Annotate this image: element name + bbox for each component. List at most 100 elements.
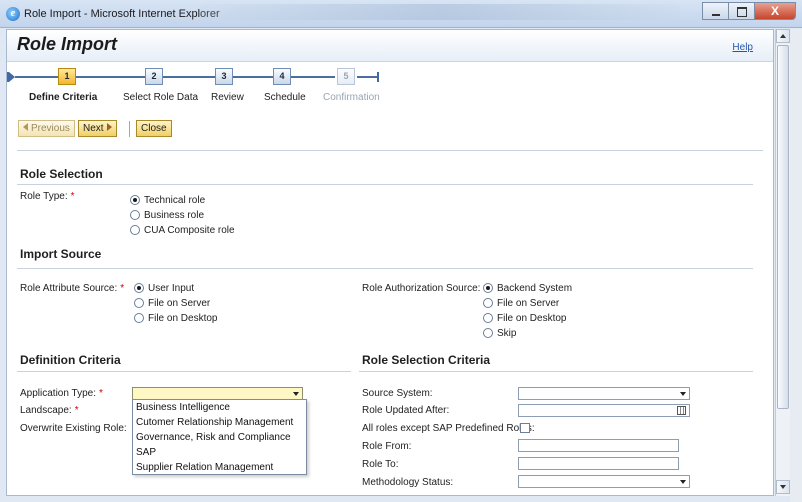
- landscape-label-text: Landscape:: [20, 405, 72, 416]
- roadmap-step-1[interactable]: 1: [58, 68, 76, 85]
- radio-unselected-icon: [483, 328, 493, 338]
- role-type-label-text: Role Type:: [20, 191, 68, 202]
- required-mark: *: [70, 191, 75, 202]
- methodology-status-label: Methodology Status:: [362, 477, 454, 488]
- roadmap-step-2-label[interactable]: Select Role Data: [123, 92, 198, 103]
- previous-arrow-icon: [23, 123, 28, 131]
- dropdown-option[interactable]: SAP: [133, 445, 306, 460]
- blurred-tabs-area: [200, 4, 680, 20]
- help-link[interactable]: Help: [732, 42, 753, 53]
- role-from-input[interactable]: [518, 439, 679, 452]
- radio-selected-icon: [483, 283, 493, 293]
- role-type-label: Role Type: *: [20, 191, 75, 202]
- roadmap-step-1-label[interactable]: Define Criteria: [29, 92, 97, 103]
- minimize-button[interactable]: [702, 2, 728, 20]
- next-button-label: Next: [83, 123, 104, 134]
- window-controls: X: [702, 2, 796, 20]
- next-arrow-icon: [106, 123, 112, 131]
- radio-label: CUA Composite role: [144, 225, 235, 236]
- role-selection-divider: [17, 184, 753, 185]
- role-to-input[interactable]: [518, 457, 679, 470]
- roadmap-step-4[interactable]: 4: [273, 68, 291, 85]
- next-button[interactable]: Next: [78, 120, 117, 137]
- radio-unselected-icon: [130, 210, 140, 220]
- chevron-down-icon: [680, 480, 686, 484]
- application-type-label: Application Type: *: [20, 388, 103, 399]
- roadmap-step-3[interactable]: 3: [215, 68, 233, 85]
- chevron-down-icon: [293, 392, 299, 396]
- role-authorization-source-label: Role Authorization Source:*: [362, 283, 487, 294]
- toolbar: Previous Next Close: [7, 120, 773, 142]
- methodology-status-select[interactable]: [518, 475, 690, 488]
- radio-label: Technical role: [144, 195, 206, 206]
- close-window-button[interactable]: X: [754, 2, 796, 20]
- internet-explorer-icon: e: [6, 7, 20, 21]
- attribute-file-desktop-radio[interactable]: File on Desktop: [134, 313, 217, 325]
- authorization-file-desktop-radio[interactable]: File on Desktop: [483, 313, 566, 325]
- dropdown-option[interactable]: Governance, Risk and Compliance: [133, 430, 306, 445]
- previous-button-label: Previous: [31, 123, 70, 134]
- scroll-up-button[interactable]: [776, 29, 790, 43]
- scroll-down-button[interactable]: [776, 480, 790, 494]
- import-source-title: Import Source: [20, 247, 102, 261]
- roadmap-line-end: [357, 76, 377, 78]
- roadmap-final-marker: [377, 72, 379, 82]
- radio-label: File on Server: [148, 298, 211, 309]
- scrollbar-thumb[interactable]: [777, 45, 789, 409]
- attribute-user-input-radio[interactable]: User Input: [134, 283, 194, 295]
- authorization-skip-radio[interactable]: Skip: [483, 328, 516, 340]
- role-from-label: Role From:: [362, 441, 412, 452]
- application-type-dropdown-list: Business Intelligence Cutomer Relationsh…: [132, 399, 307, 475]
- role-attribute-source-label-text: Role Attribute Source:: [20, 283, 118, 294]
- window-titlebar: e Role Import - Microsoft Internet Explo…: [0, 0, 802, 28]
- dropdown-option[interactable]: Business Intelligence: [133, 400, 306, 415]
- radio-label: File on Server: [497, 298, 560, 309]
- role-to-label: Role To:: [362, 459, 399, 470]
- page-content: Role Import Help 1 Define Criteria 2 Sel…: [6, 29, 774, 496]
- role-updated-after-input[interactable]: [518, 404, 690, 417]
- all-roles-except-sap-checkbox[interactable]: [520, 423, 530, 433]
- radio-unselected-icon: [483, 298, 493, 308]
- window-right-edge: [790, 29, 802, 502]
- dropdown-option[interactable]: Supplier Relation Management: [133, 460, 306, 475]
- role-selection-title: Role Selection: [20, 167, 103, 181]
- roadmap-step-5-label: Confirmation: [323, 92, 380, 103]
- authorization-file-server-radio[interactable]: File on Server: [483, 298, 559, 310]
- import-source-divider: [17, 268, 753, 269]
- role-type-business-radio[interactable]: Business role: [130, 210, 204, 222]
- previous-button[interactable]: Previous: [18, 120, 75, 137]
- page-header: Role Import Help: [7, 30, 773, 62]
- role-selection-criteria-divider: [359, 371, 753, 372]
- source-system-select[interactable]: [518, 387, 690, 400]
- vertical-scrollbar[interactable]: [775, 29, 790, 496]
- application-type-label-text: Application Type:: [20, 388, 96, 399]
- roadmap-step-3-label[interactable]: Review: [211, 92, 244, 103]
- source-system-label: Source System:: [362, 388, 433, 399]
- close-button[interactable]: Close: [136, 120, 172, 137]
- required-mark: *: [74, 405, 79, 416]
- roadmap-step-4-label[interactable]: Schedule: [264, 92, 306, 103]
- definition-criteria-title: Definition Criteria: [20, 353, 121, 367]
- definition-criteria-divider: [17, 371, 351, 372]
- window-title: Role Import - Microsoft Internet Explore…: [24, 8, 220, 20]
- radio-label: Backend System: [497, 283, 573, 294]
- role-attribute-source-label: Role Attribute Source: *: [20, 283, 124, 294]
- role-authorization-source-label-text: Role Authorization Source:: [362, 283, 481, 294]
- dropdown-option[interactable]: Cutomer Relationship Management: [133, 415, 306, 430]
- maximize-button[interactable]: [728, 2, 754, 20]
- radio-unselected-icon: [130, 225, 140, 235]
- radio-unselected-icon: [134, 313, 144, 323]
- required-mark: *: [98, 388, 103, 399]
- role-type-technical-radio[interactable]: Technical role: [130, 195, 205, 207]
- toolbar-divider: [17, 150, 763, 151]
- radio-label: User Input: [148, 283, 195, 294]
- role-selection-criteria-title: Role Selection Criteria: [362, 353, 491, 367]
- role-type-cua-radio[interactable]: CUA Composite role: [130, 225, 235, 237]
- attribute-file-server-radio[interactable]: File on Server: [134, 298, 210, 310]
- roadmap-step-2[interactable]: 2: [145, 68, 163, 85]
- calendar-icon[interactable]: [677, 406, 686, 415]
- radio-unselected-icon: [134, 298, 144, 308]
- authorization-backend-radio[interactable]: Backend System: [483, 283, 572, 295]
- roadmap: 1 Define Criteria 2 Select Role Data 3 R…: [7, 66, 427, 112]
- radio-label: Skip: [497, 328, 517, 339]
